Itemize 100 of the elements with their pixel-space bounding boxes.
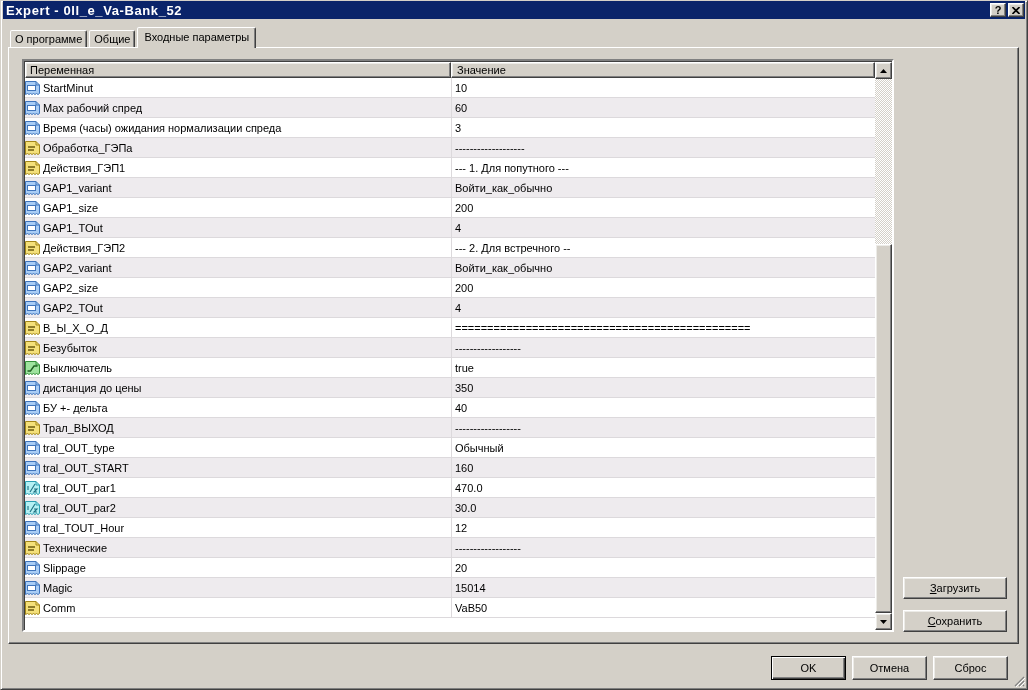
parameter-row[interactable]: tral_OUT_par2 30.0 xyxy=(25,498,875,518)
resize-grip-icon[interactable] xyxy=(1014,676,1025,687)
parameter-value: 12 xyxy=(455,521,468,534)
decimal-type-icon xyxy=(25,500,40,515)
parameter-row[interactable]: Время (часы) ожидания нормализации спреда 3 xyxy=(25,118,875,138)
parameter-row[interactable]: tral_OUT_type Обычный xyxy=(25,438,875,458)
parameter-name: Comm xyxy=(43,601,76,614)
integer-type-icon xyxy=(25,460,40,475)
parameter-row[interactable]: Технические ------------------ xyxy=(25,538,875,558)
parameter-name: Slippage xyxy=(43,561,86,574)
parameter-value: 4 xyxy=(455,221,462,234)
parameter-name: tral_OUT_type xyxy=(43,441,115,454)
parameter-name: БУ +- дельта xyxy=(43,401,108,414)
parameter-row[interactable]: Magic 15014 xyxy=(25,578,875,598)
parameter-value: ============================================== xyxy=(455,321,751,334)
parameter-row[interactable]: дистанция до цены 350 xyxy=(25,378,875,398)
parameter-name: Действия_ГЭП1 xyxy=(43,161,126,174)
parameter-row[interactable]: GAP2_size 200 xyxy=(25,278,875,298)
parameter-name: Выключатель xyxy=(43,361,113,374)
parameter-name: Технические xyxy=(43,541,108,554)
up-arrow-icon xyxy=(880,68,887,73)
parameter-value: ------------------ xyxy=(455,341,521,354)
side-button[interactable]: Загрузить xyxy=(903,577,1007,599)
parameter-name: дистанция до цены xyxy=(43,381,142,394)
help-button[interactable]: ? xyxy=(990,3,1006,17)
parameter-name: GAP1_variant xyxy=(43,181,112,194)
integer-type-icon xyxy=(25,120,40,135)
scroll-up-button[interactable] xyxy=(875,62,892,79)
parameter-name: tral_TOUT_Hour xyxy=(43,521,125,534)
parameter-row[interactable]: GAP2_variant Войти_как_обычно xyxy=(25,258,875,278)
integer-type-icon xyxy=(25,80,40,95)
tab[interactable]: О программе xyxy=(10,30,88,47)
tab[interactable]: Входные параметры xyxy=(137,27,257,48)
parameter-row[interactable]: tral_OUT_par1 470.0 xyxy=(25,478,875,498)
parameter-row[interactable]: GAP1_variant Войти_как_обычно xyxy=(25,178,875,198)
integer-type-icon xyxy=(25,400,40,415)
parameter-value: 200 xyxy=(455,281,474,294)
parameter-name: Действия_ГЭП2 xyxy=(43,241,126,254)
parameter-row[interactable]: Обработка_ГЭПа ------------------- xyxy=(25,138,875,158)
parameter-value: 350 xyxy=(455,381,474,394)
scrollbar-thumb[interactable] xyxy=(875,244,892,613)
parameter-row[interactable]: Slippage 20 xyxy=(25,558,875,578)
parameter-value: ------------------ xyxy=(455,421,521,434)
parameter-name: tral_OUT_par1 xyxy=(43,481,116,494)
parameter-row[interactable]: Выключатель true xyxy=(25,358,875,378)
parameter-name: В_Ы_Х_О_Д xyxy=(43,321,108,334)
parameter-row[interactable]: Comm VaB50 xyxy=(25,598,875,618)
column-header: Переменная xyxy=(25,62,451,78)
string-type-icon xyxy=(25,320,40,335)
parameter-row[interactable]: Max рабочий спред 60 xyxy=(25,98,875,118)
parameter-value: ------------------ xyxy=(455,541,521,554)
string-type-icon xyxy=(25,240,40,255)
parameter-row[interactable]: StartMinut 10 xyxy=(25,78,875,98)
parameter-row[interactable]: tral_TOUT_Hour 12 xyxy=(25,518,875,538)
integer-type-icon xyxy=(25,280,40,295)
string-type-icon xyxy=(25,160,40,175)
parameter-row[interactable]: Трал_ВЫХОД ------------------ xyxy=(25,418,875,438)
parameter-row[interactable]: Действия_ГЭП2 --- 2. Для встречного -- xyxy=(25,238,875,258)
parameter-name: GAP2_TOut xyxy=(43,301,103,314)
dialog-button[interactable]: Сброс xyxy=(933,656,1008,680)
parameter-row[interactable]: В_Ы_Х_О_Д ============================================== xyxy=(25,318,875,338)
parameter-value: 4 xyxy=(455,301,462,314)
integer-type-icon xyxy=(25,560,40,575)
parameter-row[interactable]: БУ +- дельта 40 xyxy=(25,398,875,418)
parameter-name: Трал_ВЫХОД xyxy=(43,421,114,434)
string-type-icon xyxy=(25,340,40,355)
decimal-type-icon xyxy=(25,480,40,495)
parameter-row[interactable]: Действия_ГЭП1 --- 1. Для попутного --- xyxy=(25,158,875,178)
parameter-row[interactable]: GAP1_TOut 4 xyxy=(25,218,875,238)
integer-type-icon xyxy=(25,200,40,215)
dialog-button[interactable]: OK xyxy=(771,656,846,680)
tab[interactable]: Общие xyxy=(89,30,136,47)
parameter-row[interactable]: GAP2_TOut 4 xyxy=(25,298,875,318)
parameter-value: 30.0 xyxy=(455,501,477,514)
parameter-value: 200 xyxy=(455,201,474,214)
parameter-value: ------------------- xyxy=(455,141,525,154)
parameter-name: tral_OUT_START xyxy=(43,461,129,474)
parameter-value: true xyxy=(455,361,474,374)
integer-type-icon xyxy=(25,100,40,115)
parameter-value: 470.0 xyxy=(455,481,483,494)
parameter-value: 160 xyxy=(455,461,474,474)
parameter-value: 3 xyxy=(455,121,462,134)
scroll-down-button[interactable] xyxy=(875,613,892,630)
parameter-row[interactable]: Безубыток ------------------ xyxy=(25,338,875,358)
parameter-value: Обычный xyxy=(455,441,504,454)
side-button[interactable]: Сохранить xyxy=(903,610,1007,632)
string-type-icon xyxy=(25,140,40,155)
string-type-icon xyxy=(25,420,40,435)
parameter-name: Время (часы) ожидания нормализации спреда xyxy=(43,121,282,134)
parameter-value: 60 xyxy=(455,101,468,114)
parameter-name: GAP1_size xyxy=(43,201,99,214)
parameter-row[interactable]: tral_OUT_START 160 xyxy=(25,458,875,478)
integer-type-icon xyxy=(25,300,40,315)
parameter-name: Magic xyxy=(43,581,73,594)
parameter-row[interactable]: GAP1_size 200 xyxy=(25,198,875,218)
window-title: Expert - 0ll_e_Va-Bank_52 xyxy=(6,2,184,18)
parameter-name: StartMinut xyxy=(43,81,94,94)
parameter-name: Безубыток xyxy=(43,341,97,354)
close-button[interactable] xyxy=(1008,3,1024,17)
dialog-button[interactable]: Отмена xyxy=(852,656,927,680)
